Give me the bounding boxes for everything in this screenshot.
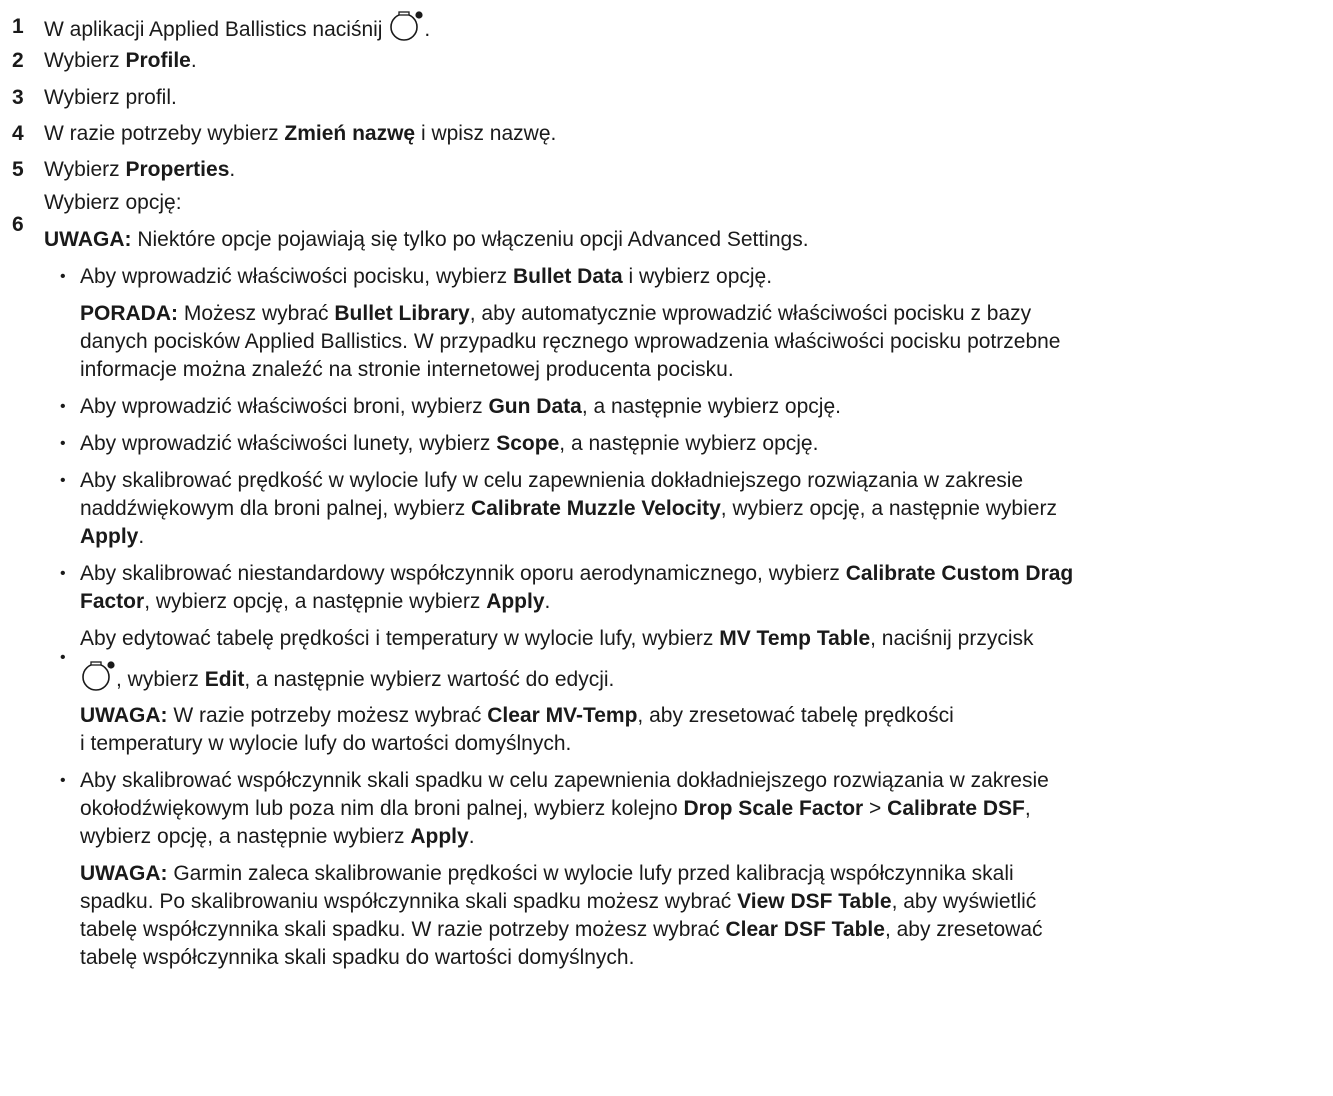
step-6-note: UWAGA: Niektóre opcje pojawiają się tylk… (44, 228, 809, 251)
tip-text-line: informacje można znaleźć na stronie inte… (80, 358, 734, 381)
bullet-marker: • (60, 398, 66, 415)
bullet-marker: • (60, 435, 66, 452)
step-number: 3 (12, 86, 24, 109)
step-number: 2 (12, 49, 24, 72)
calibrate-mv-line: naddźwiękowym dla broni palnej, wybierz … (80, 497, 1057, 520)
tip-text-line: danych pocisków Applied Ballistics. W pr… (80, 330, 1061, 353)
custom-drag-line: Factor, wybierz opcję, a następnie wybie… (80, 590, 551, 613)
note-text: UWAGA: W razie potrzeby możesz wybrać Cl… (80, 704, 954, 727)
note-text-line: spadku. Po skalibrowaniu współczynnika s… (80, 890, 1037, 913)
dsf-line: wybierz opcję, a następnie wybierz Apply… (80, 825, 475, 848)
watch-button-icon (80, 660, 116, 699)
step-6-text: Wybierz opcję: (44, 191, 182, 214)
bullet-marker: • (60, 268, 66, 285)
step-number: 1 (12, 15, 24, 38)
bullet-marker: • (60, 772, 66, 789)
step-5-text: Wybierz Properties. (44, 158, 236, 181)
step-2-text: Wybierz Profile. (44, 49, 197, 72)
step-3-text: Wybierz profil. (44, 86, 177, 109)
bullet-marker: • (60, 472, 66, 489)
custom-drag-line: Aby skalibrować niestandardowy współczyn… (80, 562, 1074, 585)
mv-temp-line: , wybierz Edit, a następnie wybierz wart… (80, 660, 614, 699)
tip-text: PORADA: Możesz wybrać Bullet Library, ab… (80, 302, 1032, 325)
mv-temp-line: Aby edytować tabelę prędkości i temperat… (80, 627, 1034, 650)
gun-data-item: Aby wprowadzić właściwości broni, wybier… (80, 395, 841, 418)
bullet-marker: • (60, 565, 66, 582)
bullet-marker: • (60, 649, 66, 666)
watch-button-icon (388, 10, 424, 49)
dsf-line: okołodźwiękowym lub poza nim dla broni p… (80, 797, 1031, 820)
step-number: 4 (12, 122, 24, 145)
note-text-line: tabelę współczynnika skali spadku. W raz… (80, 918, 1043, 941)
calibrate-mv-line: Apply. (80, 525, 145, 548)
note-text-line: i temperatury w wylocie lufy do wartości… (80, 732, 572, 755)
calibrate-mv-line: Aby skalibrować prędkość w wylocie lufy … (80, 469, 1024, 492)
note-text: UWAGA: Garmin zaleca skalibrowanie prędk… (80, 862, 1014, 885)
step-4-text: W razie potrzeby wybierz Zmień nazwę i w… (44, 122, 557, 145)
step-number: 5 (12, 158, 24, 181)
note-text-line: tabelę współczynnika skali spadku do war… (80, 946, 635, 969)
step-1-text: W aplikacji Applied Ballistics naciśnij … (44, 10, 430, 49)
dsf-line: Aby skalibrować współczynnik skali spadk… (80, 769, 1049, 792)
scope-item: Aby wprowadzić właściwości lunety, wybie… (80, 432, 819, 455)
step-number: 6 (12, 213, 24, 236)
bullet-data-item: Aby wprowadzić właściwości pocisku, wybi… (80, 265, 773, 288)
